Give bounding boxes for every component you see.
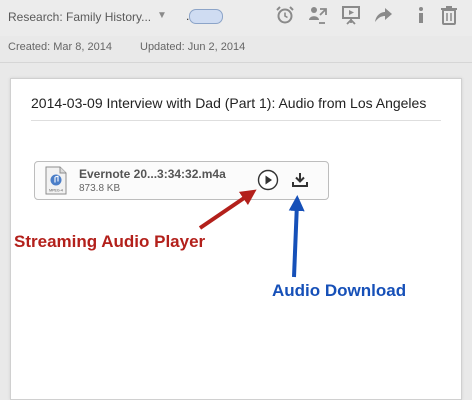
divider bbox=[0, 62, 472, 63]
share-icon[interactable] bbox=[307, 4, 329, 26]
audio-attachment[interactable]: MPEG-4 Evernote 20...3:34:32.m4a 873.8 K… bbox=[34, 161, 329, 200]
note-title[interactable]: 2014-03-09 Interview with Dad (Part 1): … bbox=[31, 95, 426, 111]
play-button[interactable] bbox=[257, 169, 279, 191]
trash-icon[interactable] bbox=[438, 4, 460, 26]
updated-date: Updated: Jun 2, 2014 bbox=[140, 41, 246, 53]
file-size: 873.8 KB bbox=[79, 183, 121, 194]
download-button[interactable] bbox=[290, 171, 310, 189]
notebook-selector[interactable]: Research: Family History... bbox=[8, 10, 151, 24]
tag-field[interactable] bbox=[189, 9, 223, 24]
streaming-player-label: Streaming Audio Player bbox=[14, 232, 206, 251]
forward-icon[interactable] bbox=[372, 4, 394, 26]
reminder-icon[interactable] bbox=[274, 4, 296, 26]
file-name: Evernote 20...3:34:32.m4a bbox=[79, 167, 226, 181]
audio-file-icon: MPEG-4 bbox=[45, 166, 67, 195]
file-type-label: MPEG-4 bbox=[49, 189, 63, 193]
audio-download-label: Audio Download bbox=[272, 281, 407, 300]
created-date: Created: Mar 8, 2014 bbox=[8, 41, 112, 53]
note-toolbar: Research: Family History... ▼ ... bbox=[0, 0, 472, 36]
presentation-icon[interactable] bbox=[340, 4, 362, 26]
info-icon[interactable] bbox=[410, 4, 432, 26]
chevron-down-icon[interactable]: ▼ bbox=[157, 10, 167, 21]
divider bbox=[31, 120, 441, 121]
